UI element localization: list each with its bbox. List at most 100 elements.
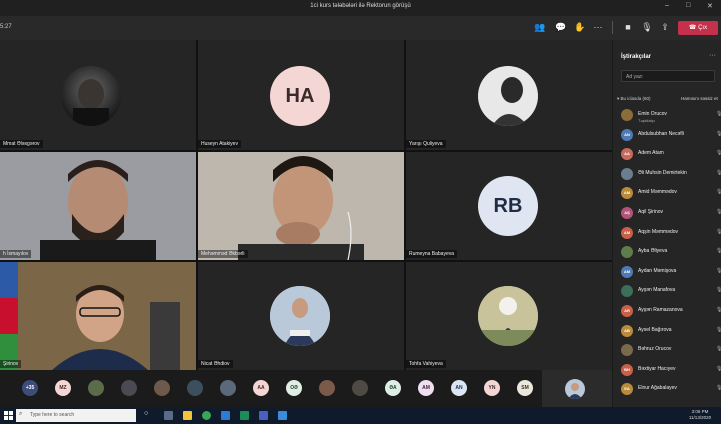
video-grid: Mmat Ələsgərov HA Huseyn Atakiyev Yarışı…	[0, 40, 612, 370]
share-screen-icon[interactable]: ⇪	[659, 21, 671, 33]
self-avatar	[565, 379, 585, 399]
clock-date: 11/13/2020	[688, 415, 712, 420]
camera-icon[interactable]: ■	[622, 21, 634, 33]
microphone-icon: 🎙	[716, 150, 721, 156]
participant-name: Ayba Əliyeva	[638, 248, 668, 255]
participant-name: Bəxtiyar Hacıyev	[638, 365, 676, 372]
windows-start-icon[interactable]	[4, 411, 13, 420]
microphone-icon[interactable]: 🎙	[641, 21, 653, 33]
participant-name: Tohfa Vahiyeva	[406, 360, 446, 368]
participant-name: Rumeyna Babayeva	[406, 250, 458, 258]
participant-list-item[interactable]: Emin OrucovTəşkilatçı 🎙	[613, 106, 721, 126]
more-actions-icon[interactable]: ···	[592, 21, 604, 33]
avatar	[478, 66, 538, 126]
participant-name: Aqil Şirinov	[638, 209, 664, 215]
toolbar-divider	[612, 21, 613, 34]
leave-label: Çıx	[698, 25, 708, 31]
strip-avatar[interactable]: AN	[451, 380, 467, 396]
participant-tile[interactable]: RB Rumeyna Babayeva	[406, 152, 612, 260]
participant-list-item[interactable]: Ayba Əliyeva 🎙	[613, 243, 721, 263]
participant-name: Ayşən Manafova	[638, 287, 676, 294]
task-view-icon[interactable]	[164, 411, 173, 420]
strip-avatar[interactable]	[319, 380, 335, 396]
strip-avatar[interactable]	[352, 380, 368, 396]
strip-avatar[interactable]	[88, 380, 104, 396]
participant-tile[interactable]: Yarışı Quliyeva	[406, 40, 612, 150]
chrome-icon[interactable]	[202, 411, 211, 420]
microphone-icon: 🎙	[716, 131, 721, 137]
microphone-icon: 🎙	[716, 111, 721, 117]
cortana-icon[interactable]: ○	[144, 410, 148, 417]
search-icon: ⌕	[19, 411, 23, 417]
window-title: 1ci kurs tələbələri ilə Rektorun görüşü	[310, 3, 411, 9]
participant-search-input[interactable]: Ad yazı	[621, 70, 715, 82]
participant-video	[0, 152, 196, 260]
participant-tile[interactable]: Mmat Ələsgərov	[0, 40, 196, 150]
participant-list-item[interactable]: AR Ayşən Ramazanova 🎙	[613, 302, 721, 322]
maximize-icon[interactable]: □	[686, 2, 690, 9]
word-icon[interactable]	[221, 411, 230, 420]
participant-tile[interactable]: HA Huseyn Atakiyev	[198, 40, 404, 150]
participant-list-item[interactable]: EA Elnur Ağabalayev 🎙	[613, 380, 721, 400]
participant-video	[0, 262, 196, 370]
strip-avatar[interactable]: ƏA	[385, 380, 401, 396]
more-options-icon[interactable]: ···	[709, 52, 716, 59]
excel-icon[interactable]	[240, 411, 249, 420]
strip-avatar[interactable]: SM	[517, 380, 533, 396]
strip-avatar[interactable]: AA	[253, 380, 269, 396]
phone-icon: ☎	[688, 25, 699, 31]
initials-avatar: HA	[270, 66, 330, 126]
minimize-icon[interactable]: –	[665, 2, 669, 9]
participant-name: Adem Atam	[638, 150, 664, 157]
leave-button[interactable]: ☎ Çıx	[678, 21, 718, 35]
participant-name: Abdulsubhan Necəfli	[638, 130, 684, 137]
taskbar-search-input[interactable]: Type here to search	[16, 409, 136, 422]
participant-list-item[interactable]: AA Adem Atam 🎙	[613, 145, 721, 165]
participant-list-item[interactable]: Bəhruz Orucov 🎙	[613, 341, 721, 361]
close-icon[interactable]: ✕	[707, 2, 713, 10]
strip-avatar[interactable]: AM	[418, 380, 434, 396]
person-photo	[568, 383, 582, 399]
participant-list-item[interactable]: AM Aqşin Məmmədov 🎙	[613, 224, 721, 244]
microphone-icon: 🎙	[716, 268, 721, 274]
strip-avatar[interactable]: MZ	[55, 380, 71, 396]
participant-tile[interactable]: Tohfa Vahiyeva	[406, 262, 612, 370]
participant-tile[interactable]: h İsmayılov	[0, 152, 196, 260]
participant-list-item[interactable]: Ayşən Manafova 🎙	[613, 282, 721, 302]
strip-avatar[interactable]	[187, 380, 203, 396]
strip-avatar[interactable]	[154, 380, 170, 396]
participant-list-item[interactable]: Əli Muhsin Demirtekin 🎙	[613, 165, 721, 185]
strip-avatar[interactable]	[220, 380, 236, 396]
participant-list-item[interactable]: BH Bəxtiyar Hacıyev 🎙	[613, 361, 721, 381]
participant-avatar: AA	[621, 148, 633, 161]
participant-list-item[interactable]: AM Aydan Məmişova 🎙	[613, 263, 721, 283]
teams-icon[interactable]	[259, 411, 268, 420]
file-explorer-icon[interactable]	[183, 411, 192, 420]
avatar	[61, 66, 121, 126]
participant-tile[interactable]: Şirinov	[0, 262, 196, 370]
participant-list-item[interactable]: AB Aysel Bağırova 🎙	[613, 322, 721, 342]
participant-list-item[interactable]: AN Abdulsubhan Necəfli 🎙	[613, 126, 721, 146]
participants-icon[interactable]: 👥	[534, 21, 546, 33]
participant-tile[interactable]: Mehəmməd Əkbərli	[198, 152, 404, 260]
chat-icon[interactable]: 💬	[555, 21, 567, 33]
system-clock[interactable]: 3:06 PM 11/13/2020	[680, 409, 720, 421]
section-header[interactable]: ▾ Bu iclasda (60)	[617, 96, 651, 102]
participant-avatar: BH	[621, 363, 633, 376]
app-icon[interactable]	[278, 411, 287, 420]
person-photo	[478, 286, 538, 346]
overflow-count[interactable]: +35	[22, 380, 38, 396]
participant-list-item[interactable]: AŞ Aqil Şirinov 🎙	[613, 204, 721, 224]
participant-name: Emin Orucov	[638, 111, 667, 117]
participant-list-item[interactable]: AM Amid Məmmədov 🎙	[613, 184, 721, 204]
strip-avatar[interactable]: OƏ	[286, 380, 302, 396]
participant-avatar: AR	[621, 305, 633, 317]
participant-tile[interactable]: Nicat Əhdiov	[198, 262, 404, 370]
mute-all-link[interactable]: Hamısını səssiz et	[681, 96, 718, 101]
participant-video	[198, 152, 404, 260]
strip-avatar[interactable]: YN	[484, 380, 500, 396]
raise-hand-icon[interactable]: ✋	[574, 21, 586, 33]
overflow-participants-strip: +35 MZ AA OƏ ƏA AM AN YN SM	[0, 370, 612, 407]
participant-name: Yarışı Quliyeva	[406, 140, 446, 148]
strip-avatar[interactable]	[121, 380, 137, 396]
